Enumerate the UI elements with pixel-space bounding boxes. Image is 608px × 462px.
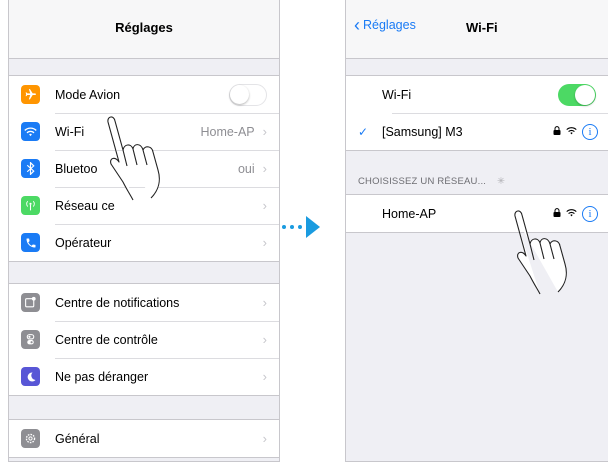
settings-row-label: Mode Avion — [55, 87, 121, 102]
settings-row-operator[interactable]: Opérateur › — [9, 224, 279, 261]
settings-row-label: Centre de notifications — [55, 295, 180, 310]
wifi-toggle[interactable] — [558, 83, 596, 106]
connected-network-name: [Samsung] M3 — [382, 124, 463, 139]
wifi-toggle-row: Wi-Fi — [346, 76, 608, 113]
bluetooth-icon — [21, 159, 40, 178]
control-center-icon — [21, 330, 40, 349]
wifi-group: Wi-Fi ✓ [Samsung] M3 i — [346, 75, 608, 151]
transition-arrow-icon — [282, 216, 320, 238]
airplane-icon — [21, 85, 40, 104]
cellular-icon — [21, 196, 40, 215]
wifi-screen: ‹ Réglages Wi-Fi Wi-Fi ✓ [Samsung] M3 i — [345, 0, 608, 462]
wifi-navbar: ‹ Réglages Wi-Fi — [346, 0, 608, 59]
settings-navbar: Réglages — [9, 0, 279, 59]
gear-icon — [21, 429, 40, 448]
tap-hand-icon — [514, 210, 567, 295]
settings-row-control-center[interactable]: Centre de contrôle › — [9, 321, 279, 358]
settings-group-general: Général › — [9, 419, 279, 458]
back-button[interactable]: ‹ Réglages — [354, 15, 416, 35]
settings-row-label: Ne pas déranger — [55, 369, 149, 384]
chevron-left-icon: ‹ — [354, 15, 360, 35]
chevron-right-icon: › — [262, 124, 267, 139]
wifi-icon — [21, 122, 40, 141]
chevron-right-icon: › — [262, 235, 267, 250]
bluetooth-value: oui — [237, 161, 255, 176]
section-header-text: CHOISISSEZ UN RÉSEAU... — [358, 176, 487, 187]
settings-row-notifications[interactable]: Centre de notifications › — [9, 284, 279, 321]
chevron-right-icon: › — [262, 198, 267, 213]
choose-network-header: CHOISISSEZ UN RÉSEAU... ✳ — [358, 176, 505, 187]
page-title: Réglages — [115, 20, 173, 35]
tap-hand-icon — [107, 116, 160, 201]
chevron-right-icon: › — [262, 431, 267, 446]
settings-group-centers: Centre de notifications › Centre de cont… — [9, 283, 279, 396]
phone-icon — [21, 233, 40, 252]
settings-row-general[interactable]: Général › — [9, 420, 279, 457]
settings-row-label: Général — [55, 431, 100, 446]
wifi-network-value: Home-AP — [200, 124, 255, 139]
checkmark-icon: ✓ — [358, 124, 369, 139]
chevron-right-icon: › — [262, 332, 267, 347]
settings-row-mode-avion[interactable]: Mode Avion — [9, 76, 279, 113]
airplane-mode-toggle[interactable] — [229, 83, 267, 106]
settings-screen: Réglages Mode Avion Wi-Fi Home-AP › Blue… — [8, 0, 280, 462]
back-button-label: Réglages — [363, 18, 416, 32]
moon-icon — [21, 367, 40, 386]
wifi-signal-icon — [566, 126, 577, 138]
notifications-icon — [21, 293, 40, 312]
settings-row-label: Centre de contrôle — [55, 332, 158, 347]
wifi-label: Wi-Fi — [382, 87, 412, 102]
chevron-right-icon: › — [262, 161, 267, 176]
settings-row-label: Opérateur — [55, 235, 112, 250]
page-title: Wi-Fi — [466, 20, 498, 35]
lock-icon — [553, 125, 561, 138]
info-icon[interactable]: i — [582, 123, 598, 140]
settings-row-do-not-disturb[interactable]: Ne pas déranger › — [9, 358, 279, 395]
chevron-right-icon: › — [262, 295, 267, 310]
chevron-right-icon: › — [262, 369, 267, 384]
connected-network-row[interactable]: ✓ [Samsung] M3 i — [346, 113, 608, 150]
loading-spinner-icon: ✳ — [496, 176, 506, 187]
